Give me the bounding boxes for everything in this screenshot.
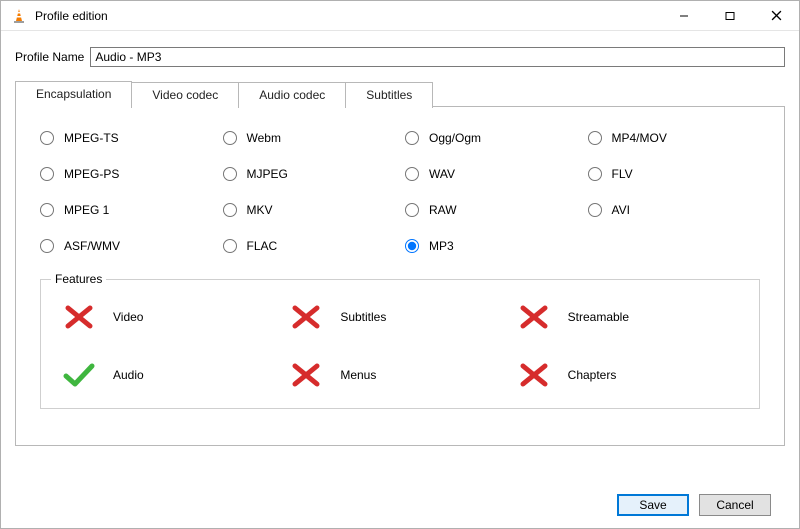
cross-icon (514, 360, 554, 390)
radio-flac[interactable]: FLAC (223, 239, 396, 253)
radio-input[interactable] (588, 131, 602, 145)
radio-label: MP4/MOV (612, 131, 667, 145)
cross-icon (514, 302, 554, 332)
feature-video: Video (59, 302, 286, 332)
close-icon (771, 10, 782, 21)
radio-flv[interactable]: FLV (588, 167, 761, 181)
maximize-icon (725, 11, 735, 21)
radio-input[interactable] (405, 131, 419, 145)
profile-name-row: Profile Name (15, 47, 785, 67)
radio-label: MPEG 1 (64, 203, 109, 217)
save-button[interactable]: Save (617, 494, 689, 516)
radio-label: FLAC (247, 239, 278, 253)
dialog-button-row: Save Cancel (15, 486, 785, 516)
radio-mpeg-ps[interactable]: MPEG-PS (40, 167, 213, 181)
radio-label: Webm (247, 131, 281, 145)
feature-label: Video (113, 310, 143, 324)
radio-label: AVI (612, 203, 630, 217)
tab-encapsulation[interactable]: Encapsulation (15, 81, 132, 107)
feature-label: Audio (113, 368, 144, 382)
tab-row: EncapsulationVideo codecAudio codecSubti… (15, 81, 785, 107)
radio-input[interactable] (40, 131, 54, 145)
radio-input[interactable] (223, 203, 237, 217)
radio-mp4-mov[interactable]: MP4/MOV (588, 131, 761, 145)
feature-subtitles: Subtitles (286, 302, 513, 332)
radio-input[interactable] (40, 167, 54, 181)
radio-asf-wmv[interactable]: ASF/WMV (40, 239, 213, 253)
features-grid: Video Subtitles Streamable Audio Menus Chapte… (59, 302, 741, 390)
feature-streamable: Streamable (514, 302, 741, 332)
feature-audio: Audio (59, 360, 286, 390)
radio-label: MKV (247, 203, 273, 217)
radio-input[interactable] (40, 203, 54, 217)
tab-audio-codec[interactable]: Audio codec (238, 82, 346, 108)
profile-name-input[interactable] (90, 47, 785, 67)
feature-label: Streamable (568, 310, 629, 324)
radio-input[interactable] (223, 239, 237, 253)
radio-label: MP3 (429, 239, 454, 253)
vlc-cone-icon (11, 8, 27, 24)
check-icon (59, 360, 99, 390)
minimize-button[interactable] (661, 1, 707, 30)
window-controls (661, 1, 799, 30)
minimize-icon (679, 11, 689, 21)
feature-label: Chapters (568, 368, 617, 382)
radio-mpeg-ts[interactable]: MPEG-TS (40, 131, 213, 145)
radio-mpeg-1[interactable]: MPEG 1 (40, 203, 213, 217)
radio-label: RAW (429, 203, 457, 217)
radio-mp3[interactable]: MP3 (405, 239, 578, 253)
cross-icon (286, 302, 326, 332)
tabs-container: EncapsulationVideo codecAudio codecSubti… (15, 81, 785, 447)
encapsulation-radio-grid: MPEG-TS Webm Ogg/Ogm MP4/MOV MPEG-PS MJPEG WAV… (40, 131, 760, 253)
cross-icon (286, 360, 326, 390)
feature-chapters: Chapters (514, 360, 741, 390)
cancel-button[interactable]: Cancel (699, 494, 771, 516)
titlebar: Profile edition (1, 1, 799, 31)
radio-label: MPEG-PS (64, 167, 119, 181)
radio-label: ASF/WMV (64, 239, 120, 253)
features-title: Features (51, 272, 106, 286)
tab-panel-encapsulation: MPEG-TS Webm Ogg/Ogm MP4/MOV MPEG-PS MJPEG WAV… (15, 106, 785, 446)
radio-label: WAV (429, 167, 455, 181)
radio-input[interactable] (405, 167, 419, 181)
profile-name-label: Profile Name (15, 50, 84, 64)
radio-input[interactable] (405, 203, 419, 217)
feature-menus: Menus (286, 360, 513, 390)
radio-label: Ogg/Ogm (429, 131, 481, 145)
content-area: Profile Name EncapsulationVideo codecAud… (1, 31, 799, 528)
feature-label: Subtitles (340, 310, 386, 324)
radio-input[interactable] (223, 167, 237, 181)
radio-input[interactable] (40, 239, 54, 253)
radio-mkv[interactable]: MKV (223, 203, 396, 217)
radio-ogg-ogm[interactable]: Ogg/Ogm (405, 131, 578, 145)
radio-input[interactable] (223, 131, 237, 145)
radio-raw[interactable]: RAW (405, 203, 578, 217)
radio-input[interactable] (588, 167, 602, 181)
close-button[interactable] (753, 1, 799, 30)
radio-mjpeg[interactable]: MJPEG (223, 167, 396, 181)
radio-input[interactable] (588, 203, 602, 217)
radio-avi[interactable]: AVI (588, 203, 761, 217)
feature-label: Menus (340, 368, 376, 382)
tab-subtitles[interactable]: Subtitles (345, 82, 433, 108)
tab-video-codec[interactable]: Video codec (131, 82, 239, 108)
radio-label: MPEG-TS (64, 131, 119, 145)
maximize-button[interactable] (707, 1, 753, 30)
cross-icon (59, 302, 99, 332)
dialog-window: Profile edition Profile Name Encapsulati… (0, 0, 800, 529)
radio-wav[interactable]: WAV (405, 167, 578, 181)
radio-label: FLV (612, 167, 633, 181)
features-groupbox: Features VideoSubtitlesStreamableAudioMe… (40, 279, 760, 409)
radio-label: MJPEG (247, 167, 288, 181)
radio-input[interactable] (405, 239, 419, 253)
radio-webm[interactable]: Webm (223, 131, 396, 145)
window-title: Profile edition (35, 9, 661, 23)
